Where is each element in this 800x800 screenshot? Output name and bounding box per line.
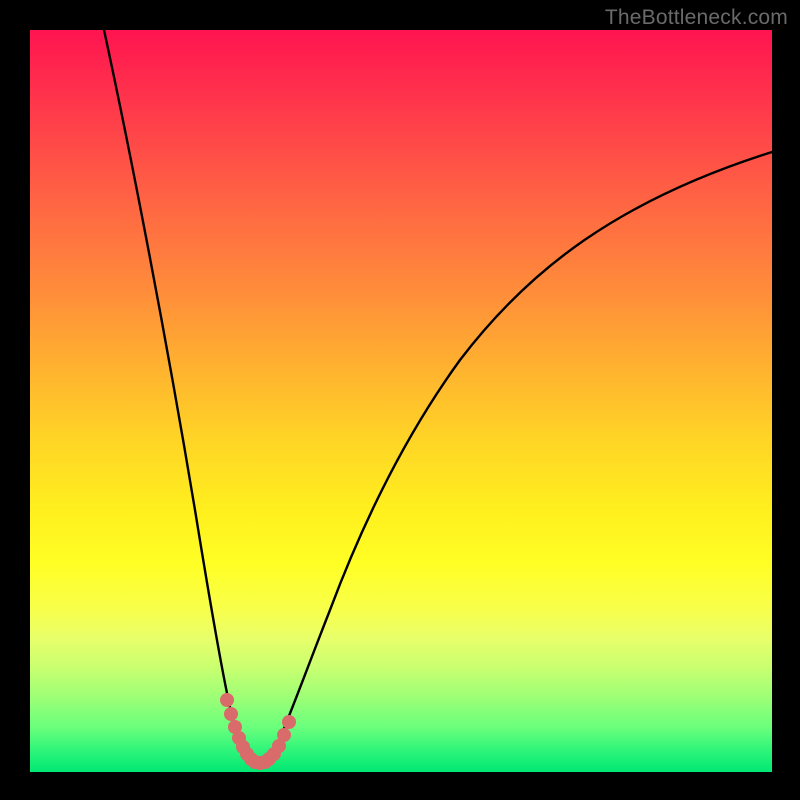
curve-layer — [30, 30, 772, 772]
marker-dot — [224, 707, 238, 721]
marker-dot — [282, 715, 296, 729]
main-curve — [104, 30, 772, 766]
marker-dot — [277, 728, 291, 742]
chart-frame: TheBottleneck.com — [0, 0, 800, 800]
marker-dot — [220, 693, 234, 707]
bottom-marker-group — [220, 693, 296, 770]
plot-area — [30, 30, 772, 772]
watermark-text: TheBottleneck.com — [605, 6, 788, 30]
